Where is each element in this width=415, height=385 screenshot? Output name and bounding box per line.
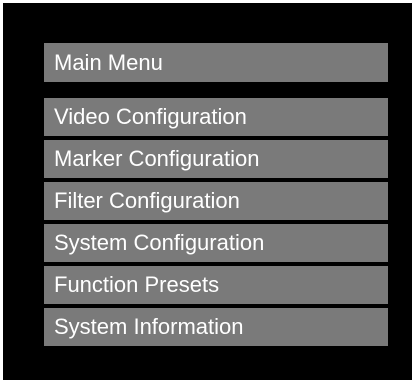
menu-item-function-presets[interactable]: Function Presets bbox=[44, 266, 388, 304]
menu-item-filter-configuration[interactable]: Filter Configuration bbox=[44, 182, 388, 220]
menu-title: Main Menu bbox=[44, 43, 388, 82]
osd-screen: Main Menu Video Configuration Marker Con… bbox=[3, 3, 412, 380]
menu-item-system-information[interactable]: System Information bbox=[44, 308, 388, 346]
menu-item-marker-configuration[interactable]: Marker Configuration bbox=[44, 140, 388, 178]
menu-item-video-configuration[interactable]: Video Configuration bbox=[44, 98, 388, 136]
menu-list: Video Configuration Marker Configuration… bbox=[44, 98, 388, 350]
menu-item-system-configuration[interactable]: System Configuration bbox=[44, 224, 388, 262]
